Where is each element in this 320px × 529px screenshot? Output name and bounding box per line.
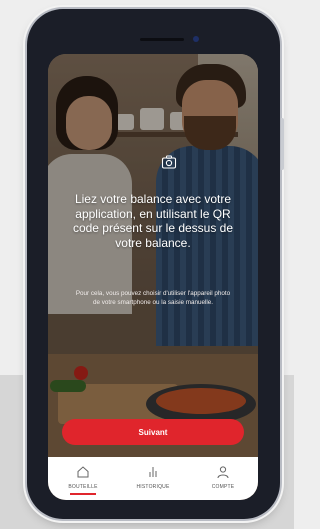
phone-side-button — [281, 118, 284, 170]
bar-chart-icon — [149, 467, 157, 477]
tab-label-historique: HISTORIQUE — [136, 484, 170, 490]
camera-icon — [161, 155, 177, 169]
next-button[interactable]: Suivant — [62, 419, 244, 445]
active-tab-indicator — [70, 493, 96, 495]
app-screen: Liez votre balance avec votre applicatio… — [48, 54, 258, 500]
user-icon — [217, 466, 229, 479]
home-icon — [77, 466, 89, 478]
tab-label-compte: COMPTE — [211, 484, 235, 490]
onboarding-headline: Liez votre balance avec votre applicatio… — [72, 192, 234, 250]
bottom-tab-bar: BOUTEILLE HISTORIQUE COMPTE — [48, 457, 258, 500]
tab-bouteille[interactable]: BOUTEILLE — [48, 457, 118, 500]
phone-speaker — [140, 38, 184, 41]
tab-label-bouteille: BOUTEILLE — [68, 484, 98, 490]
phone-camera — [193, 36, 199, 42]
onboarding-subtext: Pour cela, vous pouvez choisir d'utilise… — [75, 290, 231, 306]
tab-compte[interactable]: COMPTE — [188, 457, 258, 500]
tab-historique[interactable]: HISTORIQUE — [118, 457, 188, 500]
